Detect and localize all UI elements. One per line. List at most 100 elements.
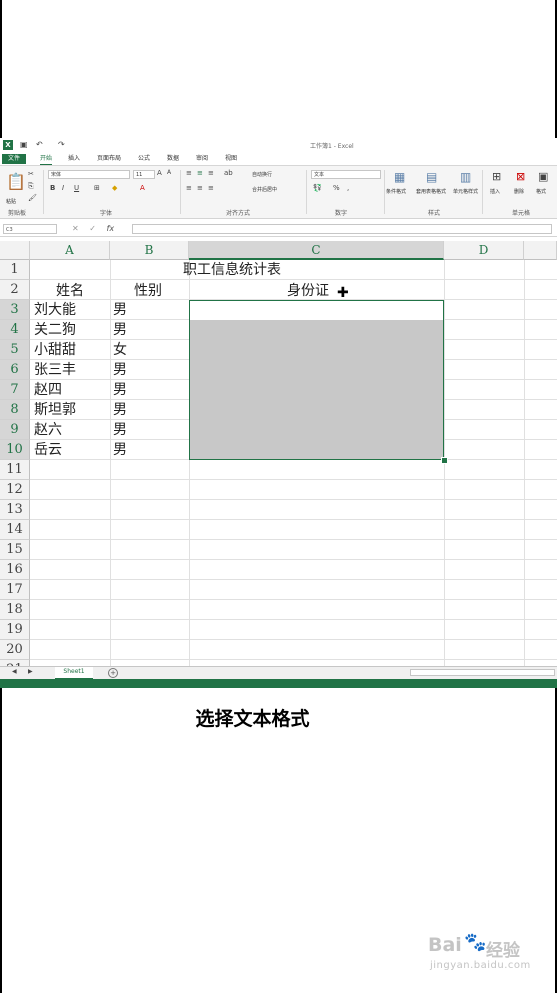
row-header[interactable]: 15 bbox=[0, 540, 30, 560]
bold-button[interactable]: B bbox=[50, 184, 55, 192]
conditional-format-button[interactable]: 条件格式 bbox=[386, 188, 406, 195]
conditional-format-icon[interactable]: ▦ bbox=[394, 170, 405, 184]
tab-page-layout[interactable]: 页面布局 bbox=[97, 154, 121, 164]
comma-style-icon[interactable]: , bbox=[347, 184, 349, 192]
row-header[interactable]: 3 bbox=[0, 300, 30, 320]
align-left-icon[interactable]: ≡ bbox=[186, 184, 192, 192]
font-size-select[interactable]: 11 bbox=[133, 170, 155, 179]
worksheet-grid[interactable]: A B C D 12345678910111213141516171819202… bbox=[0, 241, 557, 680]
column-header-e[interactable] bbox=[524, 241, 557, 260]
row-header[interactable]: 13 bbox=[0, 500, 30, 520]
name-box[interactable]: C3 bbox=[3, 224, 57, 234]
formula-input[interactable] bbox=[132, 224, 552, 234]
column-header-d[interactable]: D bbox=[444, 241, 524, 260]
redo-icon[interactable]: ↷ bbox=[58, 140, 65, 149]
row-header[interactable]: 8 bbox=[0, 400, 30, 420]
tab-view[interactable]: 视图 bbox=[225, 154, 237, 164]
row-header[interactable]: 20 bbox=[0, 640, 30, 660]
italic-button[interactable]: I bbox=[62, 184, 64, 192]
align-bottom-icon[interactable]: ≡ bbox=[208, 169, 214, 177]
paste-button[interactable]: 粘贴 bbox=[6, 198, 16, 205]
tab-data[interactable]: 数据 bbox=[167, 154, 179, 164]
font-color-icon[interactable]: A bbox=[140, 184, 145, 192]
format-cells-icon[interactable]: ▣ bbox=[538, 170, 548, 183]
cell-gender[interactable]: 女 bbox=[113, 340, 127, 360]
align-top-icon[interactable]: ≡ bbox=[186, 169, 192, 177]
row-header[interactable]: 5 bbox=[0, 340, 30, 360]
cell-gender[interactable]: 男 bbox=[113, 300, 127, 320]
cell-gender[interactable]: 男 bbox=[113, 320, 127, 340]
cancel-icon[interactable]: ✕ bbox=[72, 224, 79, 233]
header-gender[interactable]: 性别 bbox=[134, 281, 162, 301]
save-icon[interactable]: ▣ bbox=[20, 140, 28, 149]
cell-name[interactable]: 关二狗 bbox=[34, 320, 76, 340]
format-as-table-icon[interactable]: ▤ bbox=[426, 170, 437, 184]
insert-function-icon[interactable]: fx bbox=[107, 224, 115, 233]
row-header[interactable]: 1 bbox=[0, 260, 30, 280]
cell-styles-button[interactable]: 单元格样式 bbox=[453, 188, 478, 195]
cell-gender[interactable]: 男 bbox=[113, 420, 127, 440]
column-header-c[interactable]: C bbox=[189, 241, 444, 260]
row-header[interactable]: 17 bbox=[0, 580, 30, 600]
row-header[interactable]: 10 bbox=[0, 440, 30, 460]
tab-file[interactable]: 文件 bbox=[2, 154, 27, 164]
cell-gender[interactable]: 男 bbox=[113, 440, 127, 460]
paste-icon[interactable]: 📋 bbox=[6, 172, 26, 191]
column-header-a[interactable]: A bbox=[30, 241, 110, 260]
selected-range[interactable] bbox=[189, 300, 444, 460]
cell-gender[interactable]: 男 bbox=[113, 400, 127, 420]
align-center-icon[interactable]: ≡ bbox=[197, 184, 203, 192]
fill-handle[interactable] bbox=[441, 457, 448, 464]
row-header[interactable]: 7 bbox=[0, 380, 30, 400]
copy-icon[interactable]: ⎘ bbox=[28, 182, 34, 191]
row-header[interactable]: 19 bbox=[0, 620, 30, 640]
cell-name[interactable]: 张三丰 bbox=[34, 360, 76, 380]
insert-cells-button[interactable]: 插入 bbox=[490, 188, 500, 195]
shrink-font-icon[interactable]: A bbox=[167, 169, 171, 176]
wrap-text-button[interactable]: 自动换行 bbox=[252, 171, 272, 178]
cell-name[interactable]: 斯坦郭 bbox=[34, 400, 76, 420]
cell-name[interactable]: 刘大能 bbox=[34, 300, 76, 320]
delete-cells-icon[interactable]: ⊠ bbox=[516, 170, 525, 183]
tab-review[interactable]: 审阅 bbox=[196, 154, 208, 164]
column-header-b[interactable]: B bbox=[110, 241, 189, 260]
align-middle-icon[interactable]: ≡ bbox=[197, 169, 203, 177]
tab-home[interactable]: 开始 bbox=[40, 154, 53, 165]
underline-button[interactable]: U bbox=[74, 184, 79, 192]
currency-icon[interactable]: 💱 bbox=[313, 184, 322, 192]
align-right-icon[interactable]: ≡ bbox=[208, 184, 214, 192]
insert-cells-icon[interactable]: ⊞ bbox=[492, 170, 501, 183]
select-all-corner[interactable] bbox=[0, 241, 30, 260]
fill-color-icon[interactable]: ◆ bbox=[112, 184, 117, 192]
orientation-icon[interactable]: ab bbox=[224, 169, 233, 177]
row-header[interactable]: 11 bbox=[0, 460, 30, 480]
undo-icon[interactable]: ↶ bbox=[36, 140, 43, 149]
font-name-select[interactable]: 宋体 bbox=[48, 170, 130, 179]
horizontal-scrollbar[interactable] bbox=[410, 669, 555, 676]
row-header[interactable]: 6 bbox=[0, 360, 30, 380]
header-name[interactable]: 姓名 bbox=[56, 281, 84, 301]
cell-styles-icon[interactable]: ▥ bbox=[460, 170, 471, 184]
next-sheet-icon[interactable]: ▶ bbox=[28, 668, 33, 675]
tab-formulas[interactable]: 公式 bbox=[138, 154, 150, 164]
prev-sheet-icon[interactable]: ◀ bbox=[12, 668, 17, 675]
border-icon[interactable]: ⊞ bbox=[94, 184, 100, 192]
cell-gender[interactable]: 男 bbox=[113, 380, 127, 400]
cut-icon[interactable]: ✂ bbox=[28, 170, 34, 178]
row-header[interactable]: 4 bbox=[0, 320, 30, 340]
cell-name[interactable]: 赵四 bbox=[34, 380, 62, 400]
row-header[interactable]: 9 bbox=[0, 420, 30, 440]
row-header[interactable]: 16 bbox=[0, 560, 30, 580]
row-header[interactable]: 14 bbox=[0, 520, 30, 540]
tab-insert[interactable]: 插入 bbox=[68, 154, 80, 164]
row-header[interactable]: 12 bbox=[0, 480, 30, 500]
format-painter-icon[interactable]: 🖌 bbox=[28, 194, 37, 202]
sheet-title[interactable]: 职工信息统计表 bbox=[183, 260, 281, 280]
format-as-table-button[interactable]: 套用表格格式 bbox=[414, 188, 448, 195]
percent-button[interactable]: % bbox=[333, 184, 340, 192]
enter-icon[interactable]: ✓ bbox=[89, 224, 96, 233]
grow-font-icon[interactable]: A bbox=[157, 169, 162, 177]
delete-cells-button[interactable]: 删除 bbox=[514, 188, 524, 195]
number-format-select[interactable]: 文本 bbox=[311, 170, 381, 179]
row-header[interactable]: 18 bbox=[0, 600, 30, 620]
